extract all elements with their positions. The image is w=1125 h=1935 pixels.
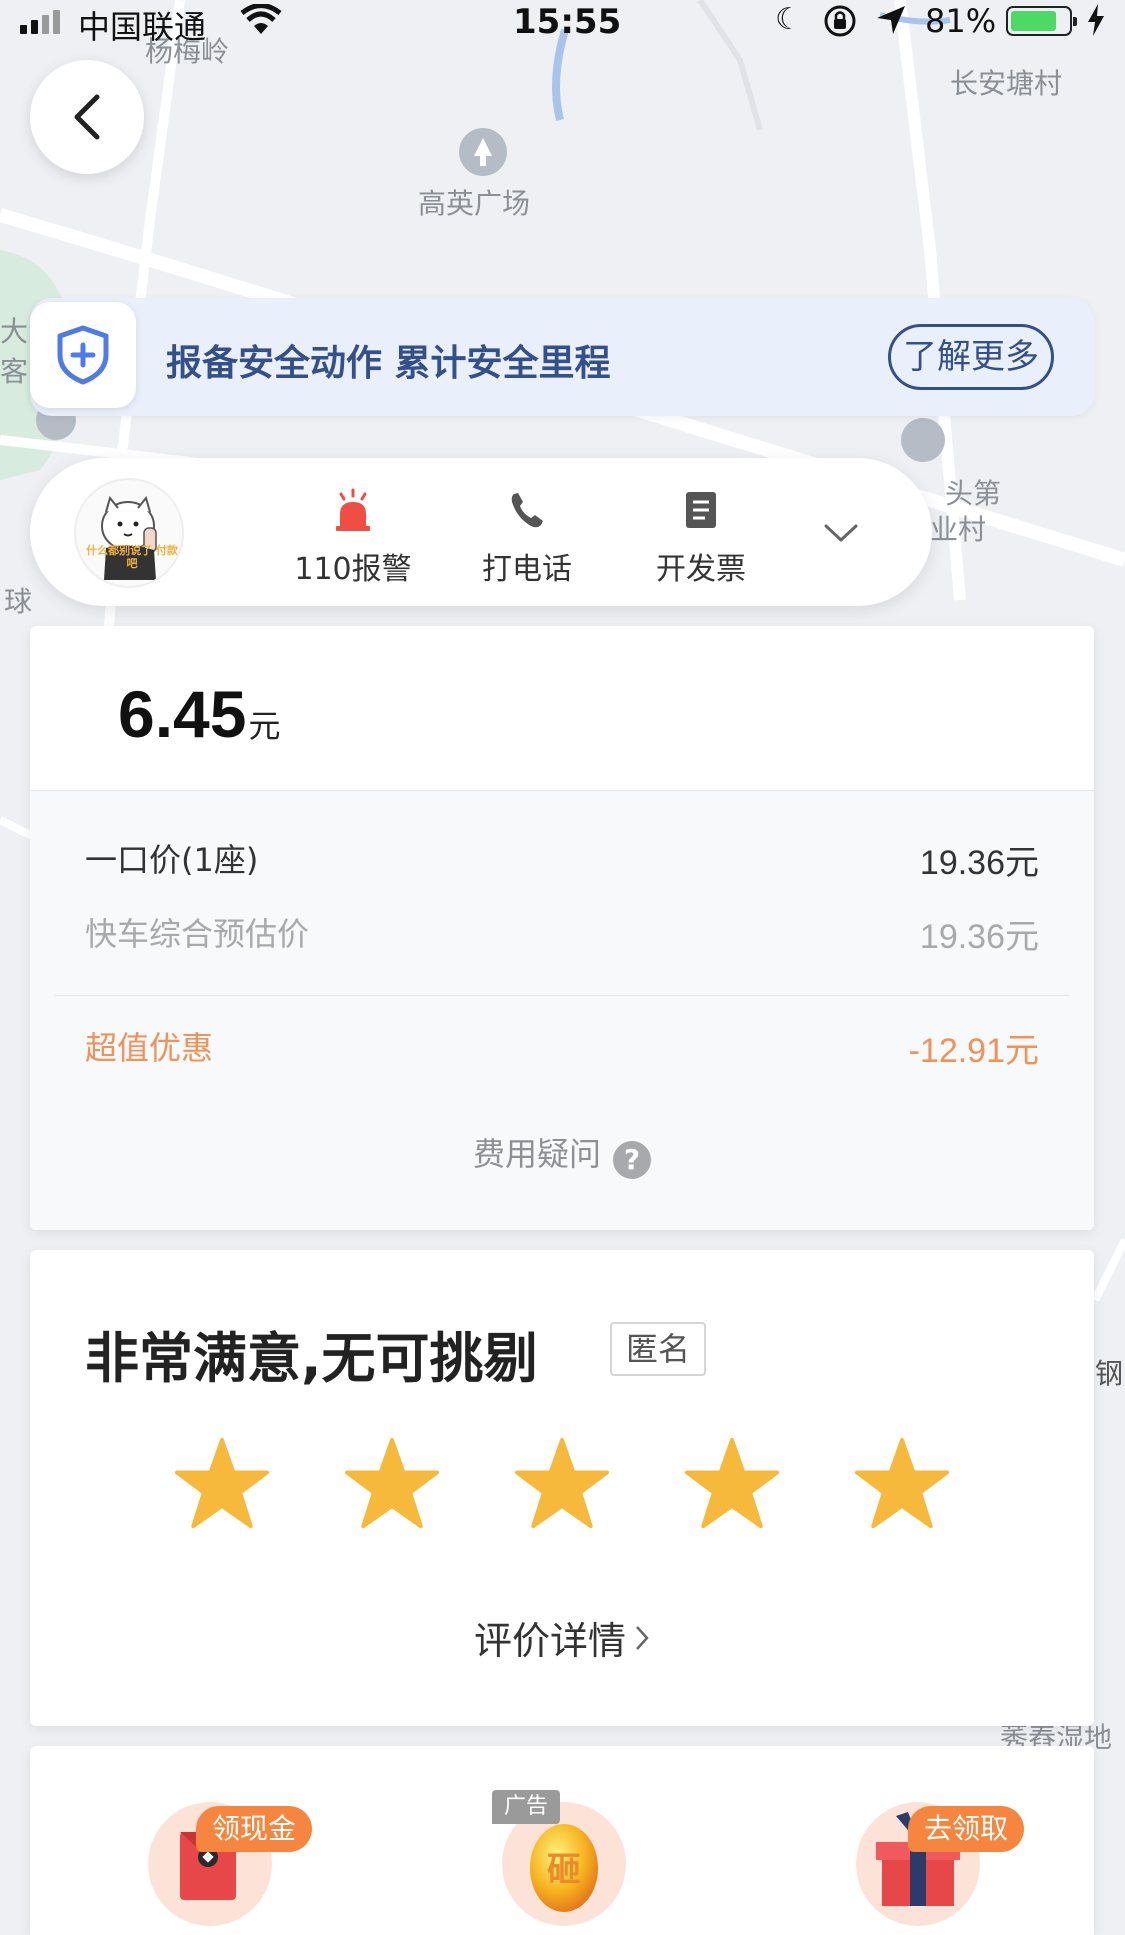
document-icon	[686, 492, 716, 528]
invoice-button[interactable]: 开发票	[631, 488, 771, 588]
discount-row: 超值优惠 -12.91元	[85, 1023, 1039, 1073]
status-bar: 中国联通 15:55 ☾ 81%	[0, 0, 1125, 46]
fare-card: 6.45元 一口价(1座) 19.36元 快车综合预估价 19.36元 超值优惠…	[30, 626, 1094, 1230]
trip-action-bar: 什么都别说了 付款吧 110报警 打电话 开发票	[30, 458, 932, 606]
star-icon[interactable]	[514, 1436, 610, 1532]
avatar-caption: 什么都别说了 付款吧	[86, 544, 178, 570]
fare-unit: 元	[248, 707, 281, 745]
fare-amount: 6.45	[118, 677, 247, 751]
call-button[interactable]: 打电话	[457, 488, 597, 588]
map-label: 业村	[930, 513, 987, 546]
map-label: 高英广场	[418, 187, 531, 220]
safety-banner[interactable]: 报备安全动作 累计安全里程 了解更多	[30, 298, 1094, 416]
discount-label: 超值优惠	[85, 1029, 214, 1067]
fare-breakdown: 一口价(1座) 19.36元 快车综合预估价 19.36元 超值优惠 -12.9…	[30, 790, 1094, 1230]
shield-icon	[57, 325, 109, 385]
rating-card: 非常满意,无可挑剔 匿名 评价详情	[30, 1250, 1094, 1726]
rating-title: 非常满意,无可挑剔	[85, 1327, 538, 1390]
clock: 15:55	[513, 2, 622, 42]
anonymous-badge: 匿名	[610, 1322, 707, 1376]
fixed-price-value: 19.36元	[919, 844, 1039, 882]
carrier-name: 中国联通	[78, 8, 207, 46]
fare-question-link[interactable]: 费用疑问?	[30, 1129, 1094, 1179]
phone-icon	[511, 493, 543, 528]
moon-icon: ☾	[775, 2, 802, 37]
battery-percent: 81%	[925, 2, 997, 40]
police-label: 110报警	[294, 552, 412, 587]
map-label: 客	[0, 355, 29, 388]
promo-card: 领现金 砸 广告 去领取	[30, 1746, 1094, 1935]
back-button[interactable]	[30, 60, 144, 174]
fare-question-label: 费用疑问	[472, 1135, 601, 1173]
question-icon: ?	[613, 1141, 651, 1179]
rating-detail-label: 评价详情	[473, 1619, 626, 1663]
expand-actions-button[interactable]	[816, 508, 866, 558]
location-arrow-icon	[875, 4, 907, 40]
wifi-icon	[240, 3, 282, 40]
rating-detail-link[interactable]: 评价详情	[30, 1610, 1094, 1665]
safety-shield-button[interactable]	[30, 302, 136, 408]
invoice-label: 开发票	[656, 552, 746, 587]
map-label: 长安塘村	[950, 67, 1063, 100]
siren-icon	[336, 488, 370, 531]
star-icon[interactable]	[344, 1436, 440, 1532]
estimate-row: 快车综合预估价 19.36元	[85, 909, 1039, 959]
avatar[interactable]: 什么都别说了 付款吧	[74, 478, 184, 588]
police-button[interactable]: 110报警	[283, 488, 423, 588]
learn-more-button[interactable]: 了解更多	[888, 324, 1054, 390]
divider	[55, 995, 1069, 996]
estimate-label: 快车综合预估价	[85, 915, 310, 953]
ad-tag: 广告	[492, 1790, 561, 1824]
chevron-right-icon	[636, 1626, 649, 1650]
discount-value: -12.91元	[908, 1032, 1039, 1070]
chevron-down-icon	[824, 524, 858, 542]
call-label: 打电话	[482, 552, 572, 587]
gift-badge: 去领取	[908, 1806, 1025, 1852]
fare-summary: 6.45元	[30, 626, 1094, 790]
star-icon[interactable]	[684, 1436, 780, 1532]
chevron-left-icon	[74, 94, 100, 140]
safety-banner-text: 报备安全动作 累计安全里程	[166, 343, 611, 384]
charging-icon	[1086, 4, 1106, 40]
meme-cat-avatar	[101, 495, 157, 580]
map-label: 钢	[1095, 1357, 1124, 1390]
map-label: 球	[4, 585, 33, 618]
map-label: 头第	[945, 477, 1002, 510]
fare-total: 6.45元	[118, 676, 280, 752]
estimate-value: 19.36元	[919, 918, 1039, 956]
star-rating[interactable]	[30, 1436, 1094, 1536]
battery-icon	[1006, 6, 1077, 36]
fixed-price-row: 一口价(1座) 19.36元	[85, 835, 1039, 885]
star-icon[interactable]	[854, 1436, 950, 1532]
egg-label: 砸	[547, 1850, 581, 1890]
star-icon[interactable]	[174, 1436, 270, 1532]
fixed-price-label: 一口价(1座)	[85, 841, 259, 879]
cash-badge: 领现金	[196, 1806, 313, 1852]
rotation-lock-icon	[822, 4, 858, 42]
